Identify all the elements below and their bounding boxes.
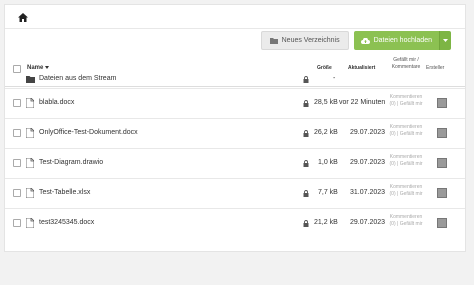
table-row[interactable]: Dateien aus dem Stream - [5,70,465,89]
new-directory-button[interactable]: Neues Verzeichnis [260,31,349,50]
file-icon [26,98,34,108]
updated-value: 29.07.2023 [350,219,386,226]
lock-icon [303,220,309,227]
avatar[interactable] [437,158,447,168]
home-icon[interactable] [18,13,28,22]
cloud-upload-icon [360,37,370,44]
new-directory-label: Neues Verzeichnis [281,37,340,44]
file-name-link[interactable]: Test-Tabelle.xlsx [39,189,90,196]
lock-icon [303,190,309,197]
row-checkbox[interactable] [13,159,21,167]
size-value: 26,2 kB [314,129,338,136]
size-value: 1,0 kB [318,159,338,166]
social-actions[interactable]: Kommentieren (0) | Gefällt mir [389,94,423,108]
lock-icon [303,130,309,137]
table-row[interactable]: Test-Diagram.drawio 1,0 kB 29.07.2023 Ko… [5,149,465,179]
upload-dropdown-toggle[interactable] [439,31,451,50]
file-name-link[interactable]: Test-Diagram.drawio [39,159,103,166]
size-value: 7,7 kB [318,189,338,196]
size-value: 28,5 kB [314,99,338,106]
file-icon [26,158,34,168]
lock-icon [303,160,309,167]
size-value: 21,2 kB [314,219,338,226]
file-icon [26,218,34,228]
folder-icon [269,37,278,44]
social-actions[interactable]: Kommentieren (0) | Gefällt mir [389,214,423,228]
file-name-link[interactable]: Dateien aus dem Stream [39,75,116,82]
header-likes-comments: Gefällt mir / Kommentare [391,57,421,70]
lock-icon [303,76,309,83]
upload-files-label: Dateien hochladen [373,37,432,44]
table-row[interactable]: Test-Tabelle.xlsx 7,7 kB 31.07.2023 Komm… [5,179,465,209]
toolbar: Neues Verzeichnis Dateien hochladen [260,31,451,50]
row-checkbox[interactable] [13,189,21,197]
social-actions[interactable]: Kommentieren (0) | Gefällt mir [389,154,423,168]
table-row[interactable]: test3245345.docx 21,2 kB 29.07.2023 Komm… [5,209,465,239]
updated-value: vor 22 Minuten [339,99,386,106]
table-row[interactable]: blabla.docx 28,5 kB vor 22 Minuten Komme… [5,89,465,119]
social-actions[interactable]: Kommentieren (0) | Gefällt mir [389,124,423,138]
row-checkbox[interactable] [13,99,21,107]
updated-value: - [333,75,336,82]
sort-down-icon [45,66,50,69]
social-actions[interactable]: Kommentieren (0) | Gefällt mir [389,184,423,198]
table-row[interactable]: OnlyOffice-Test-Dokument.docx 26,2 kB 29… [5,119,465,149]
updated-value: 29.07.2023 [350,129,386,136]
avatar[interactable] [437,98,447,108]
upload-files-button[interactable]: Dateien hochladen [353,31,439,50]
folder-icon [26,76,35,83]
row-checkbox[interactable] [13,129,21,137]
file-icon [26,128,34,138]
avatar[interactable] [437,188,447,198]
file-name-link[interactable]: test3245345.docx [39,219,94,226]
updated-value: 29.07.2023 [350,159,386,166]
row-checkbox[interactable] [13,219,21,227]
files-panel: Neues Verzeichnis Dateien hochladen Name… [4,4,466,252]
avatar[interactable] [437,128,447,138]
lock-icon [303,100,309,107]
caret-down-icon [443,39,448,42]
breadcrumb-bar [5,5,465,29]
avatar[interactable] [437,218,447,228]
file-icon [26,188,34,198]
upload-button-group: Dateien hochladen [353,31,451,50]
file-name-link[interactable]: blabla.docx [39,99,74,106]
file-name-link[interactable]: OnlyOffice-Test-Dokument.docx [39,129,138,136]
updated-value: 31.07.2023 [350,189,386,196]
